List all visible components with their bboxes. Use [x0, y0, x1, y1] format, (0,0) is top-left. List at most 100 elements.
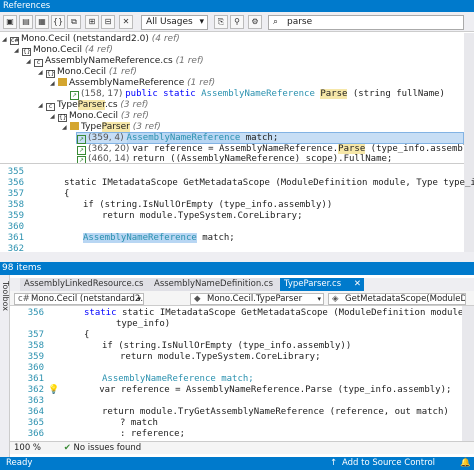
ref-count: (1 ref) [187, 78, 216, 88]
code-line: 360 [10, 363, 44, 374]
arrow-up-icon: ↑ [330, 458, 338, 468]
member-dropdown[interactable]: ◈ GetMetadataScope(ModuleDefinition [328, 293, 466, 305]
search-input[interactable]: ⌕ parse [268, 15, 464, 30]
line-number: 356 [7, 178, 24, 188]
tree-item-file[interactable]: ◢ c AssemblyNameReference.cs (1 ref) [26, 56, 204, 67]
settings-icon[interactable]: ⚙ [248, 15, 262, 29]
project-icon: c# [18, 294, 30, 304]
tab-typeparser[interactable]: TypeParser.cs ✕ [280, 278, 364, 291]
group-type-icon[interactable]: {} [51, 15, 65, 29]
code-line: 365 ? match [10, 418, 158, 429]
code-text: return module.TypeSystem.CoreLibrary; [102, 211, 303, 221]
code-editor[interactable]: 356 static static IMetadataScope GetMetad… [10, 306, 474, 441]
tree-item-namespace[interactable]: ◢{} Mono.Cecil (1 ref) [38, 67, 137, 78]
match-highlight: Parser [101, 122, 130, 132]
code-text: return module.TypeSystem.CoreLibrary; [120, 352, 321, 362]
ref-count: (3 ref) [120, 100, 149, 110]
collapse-arrow-icon[interactable]: ◢ [38, 100, 46, 111]
namespace-icon: {} [22, 48, 31, 56]
references-toolbar: ▣ ▤ ▦ {} ⧉ ⊞ ⊟ ✕ All Usages ▾ ⎘ ⚲ ⚙ ⌕ pa… [0, 12, 474, 32]
collapse-arrow-icon[interactable]: ◢ [26, 56, 34, 67]
code-line: 358 if (string.IsNullOrEmpty (type_info.a… [0, 200, 333, 211]
tree-item-project[interactable]: ◢ c# Mono.Cecil (netstandard2.0) (4 ref) [2, 34, 180, 45]
pin-icon[interactable]: ⚲ [230, 15, 244, 29]
class-icon [58, 78, 67, 86]
code-text: match; [196, 233, 235, 243]
namespace-icon: {} [46, 70, 55, 78]
reference-result[interactable]: ↗ (158, 17) public static AssemblyNameRef… [70, 89, 445, 100]
code-line: 357 { [0, 189, 70, 200]
tree-item-file[interactable]: ◢ c TypeParser.cs (3 ref) [38, 100, 148, 111]
search-icon: ⌕ [273, 17, 279, 27]
collapse-arrow-icon[interactable]: ◢ [50, 78, 58, 89]
line-number: 357 [7, 189, 24, 199]
close-icon[interactable]: ✕ [354, 278, 361, 291]
toolbox-tab[interactable]: Toolbox [0, 275, 10, 457]
chevron-down-icon: ▾ [317, 295, 321, 303]
collapse-arrow-icon[interactable]: ◢ [62, 122, 70, 133]
collapse-all-icon[interactable]: ⊟ [101, 15, 115, 29]
tab-assemblynamedefinition[interactable]: AssemblyNameDefinition.cs [150, 278, 280, 291]
horizontal-scrollbar[interactable] [0, 252, 474, 262]
group-project-icon[interactable]: ▣ [3, 15, 17, 29]
code-line: 361 AssemblyNameReference match; [0, 233, 235, 244]
group-member-icon[interactable]: ⧉ [67, 15, 81, 29]
code-text: if (string.IsNullOrEmpty (type_info.asse… [83, 200, 333, 210]
references-scrollbar[interactable] [464, 33, 474, 252]
line-number: 356 [27, 308, 44, 318]
collapse-arrow-icon[interactable]: ◢ [50, 111, 58, 122]
code-text: type_info) [116, 319, 171, 329]
reference-icon: ↗ [77, 135, 86, 144]
collapse-arrow-icon[interactable]: ◢ [38, 67, 46, 78]
file-icon: c [34, 59, 43, 67]
code-text: { [84, 330, 90, 340]
code-text: ? match [120, 418, 158, 428]
code-text: { [64, 189, 70, 199]
ref-code: match; [240, 133, 279, 143]
line-number: 362 [27, 385, 44, 395]
zoom-level[interactable]: 100 % [10, 443, 41, 453]
code-line: 359 return module.TypeSystem.CoreLibrary; [10, 352, 321, 363]
preview-code-view: 355 356 static IMetadataScope GetMetadata… [0, 166, 474, 254]
tree-item-label: AssemblyNameReference.cs [45, 56, 173, 66]
tree-item-label: Type [57, 100, 78, 110]
code-line: 359 return module.TypeSystem.CoreLibrary; [0, 211, 303, 222]
line-number: 360 [7, 222, 24, 232]
group-file-icon[interactable]: ▦ [35, 15, 49, 29]
tree-item-namespace[interactable]: ◢{} Mono.Cecil (4 ref) [14, 45, 113, 56]
tab-assemblylinkedresource[interactable]: AssemblyLinkedResource.cs [20, 278, 150, 291]
reference-result[interactable]: ↗ (460, 14) return ((AssemblyNameReferenc… [77, 154, 392, 163]
collapse-arrow-icon[interactable]: ◢ [2, 34, 10, 45]
tab-label: AssemblyLinkedResource.cs [24, 279, 144, 289]
usage-filter-dropdown[interactable]: All Usages ▾ [141, 15, 208, 30]
add-to-source-control[interactable]: Add to Source Control [342, 457, 435, 470]
reference-icon: ↗ [70, 91, 79, 100]
reference-result-selected[interactable]: ↗ (359, 4) AssemblyNameReference match; [76, 132, 464, 144]
clear-icon[interactable]: ✕ [119, 15, 133, 29]
references-tree: ◢ c# Mono.Cecil (netstandard2.0) (4 ref) ◢… [0, 33, 474, 164]
match-highlight: Parse [338, 144, 366, 154]
navigation-bar: c# Mono.Cecil (netstandard2.0) ▾ ◆ Mono.Cec… [10, 291, 474, 306]
tree-item-label: Mono.Cecil [57, 67, 106, 77]
selected-text: AssemblyNameReference [83, 233, 197, 243]
copy-icon[interactable]: ⎘ [214, 15, 228, 29]
group-namespace-icon[interactable]: ▤ [19, 15, 33, 29]
editor-scrollbar[interactable] [462, 306, 474, 441]
toolbox-label: Toolbox [1, 281, 10, 311]
lightbulb-icon[interactable]: 💡 [44, 385, 59, 395]
line-number: 360 [27, 363, 44, 373]
tab-label: AssemblyNameDefinition.cs [154, 279, 274, 289]
project-dropdown[interactable]: c# Mono.Cecil (netstandard2.0) ▾ [14, 293, 144, 305]
ref-count: (4 ref) [151, 34, 180, 44]
notification-icon[interactable]: 🔔 [460, 457, 471, 470]
code-text: : reference; [120, 429, 186, 439]
tree-item-class[interactable]: ◢ AssemblyNameReference (1 ref) [50, 78, 215, 89]
tree-item-namespace[interactable]: ◢{} Mono.Cecil (3 ref) [50, 111, 149, 122]
nav-label: Mono.Cecil (netstandard2.0) [31, 294, 144, 304]
expand-all-icon[interactable]: ⊞ [85, 15, 99, 29]
line-number: 358 [7, 200, 24, 210]
line-number: 359 [27, 352, 44, 362]
class-dropdown[interactable]: ◆ Mono.Cecil.TypeParser ▾ [190, 293, 324, 305]
collapse-arrow-icon[interactable]: ◢ [14, 45, 22, 56]
line-number: 358 [27, 341, 44, 351]
